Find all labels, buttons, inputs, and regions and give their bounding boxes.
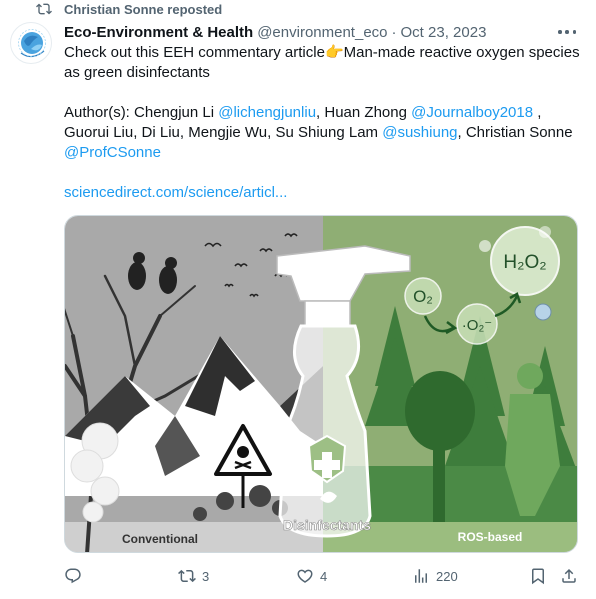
- more-options-button[interactable]: [558, 24, 576, 40]
- author-name[interactable]: Eco-Environment & Health: [64, 24, 253, 41]
- repost-icon: [178, 569, 196, 583]
- article-link[interactable]: sciencedirect.com/science/articl...: [64, 184, 287, 201]
- mention-profcsonne[interactable]: @ProfCSonne: [64, 144, 161, 161]
- ros-label: ROS-based: [458, 530, 523, 544]
- separator: ·: [391, 23, 397, 41]
- repost-count: 3: [202, 568, 210, 584]
- more-dot-icon: [558, 30, 562, 34]
- mention-sushiung[interactable]: @sushiung: [382, 124, 457, 141]
- repost-label: Christian Sonne reposted: [64, 1, 223, 17]
- post-text: Check out this EEH commentary article👉Ma…: [64, 43, 584, 203]
- more-dot-icon: [565, 30, 569, 34]
- like-button[interactable]: 4: [296, 566, 327, 586]
- eeh-logo: [18, 29, 46, 58]
- chem-superoxide: ·O₂⁻: [462, 317, 492, 334]
- chem-h2o2: H₂O₂: [503, 252, 546, 273]
- bar-chart-icon: [415, 569, 427, 583]
- views-button[interactable]: 220: [412, 566, 458, 586]
- repost-icon: [36, 3, 52, 15]
- bookmark-button[interactable]: [529, 566, 553, 586]
- bookmark-icon: [532, 568, 544, 585]
- repost-button[interactable]: 3: [178, 566, 209, 586]
- share-button[interactable]: [560, 566, 584, 586]
- views-count: 220: [436, 568, 458, 584]
- post-header: Eco-Environment & Health @environment_ec…: [64, 22, 580, 42]
- repost-indicator[interactable]: Christian Sonne reposted: [36, 1, 222, 17]
- share-icon: [562, 568, 576, 583]
- avatar[interactable]: [10, 22, 52, 64]
- post-image[interactable]: O₂ ·O₂⁻ H₂O₂ Disinfectants Conventional …: [64, 215, 578, 553]
- mention-journalboy2018[interactable]: @Journalboy2018: [411, 104, 533, 121]
- like-count: 4: [320, 568, 328, 584]
- post-date[interactable]: Oct 23, 2023: [401, 24, 487, 41]
- post-authors: Author(s): Chengjun Li @lichengjunliu, H…: [64, 104, 573, 161]
- author-handle[interactable]: @environment_eco: [257, 24, 387, 41]
- heart-icon: [297, 569, 313, 583]
- action-bar: 3 4 220: [64, 566, 584, 586]
- pointing-emoji: 👉: [324, 44, 344, 61]
- bottle-label: Disinfectants: [283, 517, 371, 533]
- graphical-abstract: O₂ ·O₂⁻ H₂O₂ Disinfectants Conventional …: [65, 216, 577, 552]
- conventional-label: Conventional: [122, 532, 198, 546]
- more-dot-icon: [572, 30, 576, 34]
- reply-button[interactable]: [64, 566, 88, 586]
- post-intro: Check out this EEH commentary article👉Ma…: [64, 44, 580, 81]
- chem-o2: O₂: [413, 287, 433, 306]
- mention-lichengjunliu[interactable]: @lichengjunliu: [218, 104, 316, 121]
- reply-icon: [65, 568, 81, 584]
